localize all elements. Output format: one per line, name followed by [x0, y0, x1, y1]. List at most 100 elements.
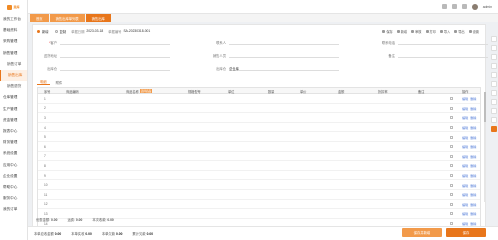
- row-checkbox[interactable]: [450, 116, 453, 120]
- row-delete-link[interactable]: 删除: [470, 154, 476, 159]
- tab-1[interactable]: 销售出库单列表: [49, 14, 85, 22]
- scroll-thumb[interactable]: [484, 92, 486, 122]
- row-edit-link[interactable]: 编辑: [462, 154, 468, 159]
- address-input[interactable]: [60, 53, 170, 58]
- row-edit-link[interactable]: 编辑: [462, 125, 468, 130]
- rail-note-icon[interactable]: [490, 72, 497, 78]
- row-delete-link[interactable]: 删除: [470, 183, 476, 188]
- row-delete-link[interactable]: 删除: [470, 125, 476, 130]
- sidebar-item[interactable]: 财务管理: [0, 137, 27, 148]
- customer-input[interactable]: [60, 40, 170, 45]
- sidebar-item[interactable]: 采购管理: [0, 36, 27, 47]
- toolbar-item[interactable]: 打印: [425, 29, 436, 34]
- sidebar-item[interactable]: 销售管理: [0, 48, 27, 59]
- toolbar-item[interactable]: 审核: [411, 29, 422, 34]
- rail-setting-icon[interactable]: [490, 36, 497, 42]
- help-icon[interactable]: [461, 4, 467, 9]
- mode-new-radio[interactable]: [37, 29, 40, 33]
- sidebar-item[interactable]: 系统设置: [0, 148, 27, 159]
- sidebar-item[interactable]: 销售退货: [0, 81, 27, 92]
- detail-tab-0[interactable]: 明细: [37, 79, 50, 85]
- row-edit-link[interactable]: 编辑: [462, 96, 468, 101]
- order-no-value[interactable]: SA-20230318-001: [123, 29, 150, 33]
- table-row[interactable]: 2 编辑 删除: [38, 104, 480, 114]
- row-edit-link[interactable]: 编辑: [462, 106, 468, 111]
- sidebar-item[interactable]: 帮助中心: [0, 182, 27, 193]
- sidebar-item[interactable]: 销售出库: [0, 69, 27, 82]
- toolbar-item[interactable]: 导出: [454, 29, 465, 34]
- table-row[interactable]: 4 编辑 删除: [38, 123, 480, 133]
- date-value[interactable]: 2023-03-18: [86, 29, 103, 33]
- toolbar-item[interactable]: 保存: [382, 29, 393, 34]
- warehouse-placeholder[interactable]: [60, 66, 170, 71]
- row-checkbox[interactable]: [450, 193, 453, 197]
- table-row[interactable]: 9 编辑 删除: [38, 171, 480, 181]
- row-delete-link[interactable]: 删除: [470, 163, 476, 168]
- mode-copy-radio[interactable]: [54, 29, 58, 33]
- save-button[interactable]: 保存: [446, 228, 486, 237]
- table-row[interactable]: 10 编辑 删除: [38, 180, 480, 190]
- row-edit-link[interactable]: 编辑: [462, 163, 468, 168]
- row-delete-link[interactable]: 删除: [470, 106, 476, 111]
- table-row[interactable]: 5 编辑 删除: [38, 132, 480, 142]
- table-row[interactable]: 6 编辑 删除: [38, 142, 480, 152]
- row-edit-link[interactable]: 编辑: [462, 135, 468, 140]
- sidebar-item[interactable]: 生产管理: [0, 104, 27, 115]
- row-checkbox[interactable]: [450, 174, 453, 178]
- row-delete-link[interactable]: 删除: [470, 202, 476, 207]
- row-edit-link[interactable]: 编辑: [462, 202, 468, 207]
- select-product-tag[interactable]: 选择商品: [139, 89, 153, 93]
- row-checkbox[interactable]: [450, 183, 453, 187]
- rail-user-icon[interactable]: [490, 90, 497, 96]
- row-checkbox[interactable]: [450, 164, 453, 168]
- grid-scrollbar[interactable]: [484, 92, 486, 202]
- sidebar-item[interactable]: 销售订单: [0, 59, 27, 70]
- paid-field[interactable]: 本次收款: 0.00: [92, 217, 113, 222]
- row-edit-link[interactable]: 编辑: [462, 183, 468, 188]
- row-checkbox[interactable]: [450, 135, 453, 139]
- row-edit-link[interactable]: 编辑: [462, 144, 468, 149]
- rail-chat-icon[interactable]: [490, 99, 497, 105]
- sidebar-item[interactable]: 基础资料: [0, 25, 27, 36]
- rail-chart-icon[interactable]: [490, 63, 497, 69]
- warehouse-select[interactable]: 总仓库: [229, 66, 339, 71]
- row-edit-link[interactable]: 编辑: [462, 115, 468, 120]
- table-row[interactable]: 8 编辑 删除: [38, 161, 480, 171]
- toolbar-item[interactable]: 导入: [439, 29, 450, 34]
- table-row[interactable]: 7 编辑 删除: [38, 152, 480, 162]
- table-row[interactable]: 1 编辑 删除: [38, 94, 480, 104]
- sidebar-item[interactable]: 资金管理: [0, 115, 27, 126]
- phone-input[interactable]: [398, 40, 488, 45]
- sidebar-item[interactable]: 应用中心: [0, 159, 27, 170]
- sidebar-item[interactable]: 报表中心: [0, 126, 27, 137]
- row-delete-link[interactable]: 删除: [470, 192, 476, 197]
- row-checkbox[interactable]: [450, 106, 453, 110]
- sidebar-item[interactable]: 仓库管理: [0, 92, 27, 103]
- row-delete-link[interactable]: 删除: [470, 96, 476, 101]
- row-delete-link[interactable]: 删除: [470, 173, 476, 178]
- table-row[interactable]: 12 编辑 删除: [38, 200, 480, 210]
- row-checkbox[interactable]: [450, 97, 453, 101]
- remark-input[interactable]: [398, 53, 488, 58]
- row-checkbox[interactable]: [450, 222, 453, 226]
- rail-phone-icon[interactable]: [490, 108, 497, 114]
- sidebar-item[interactable]: 我的订单: [0, 204, 27, 215]
- row-edit-link[interactable]: 编辑: [462, 192, 468, 197]
- freight-field[interactable]: 运费: 0.00: [67, 217, 82, 222]
- save-and-new-button[interactable]: 保存并新增: [402, 228, 442, 237]
- table-row[interactable]: 11 编辑 删除: [38, 190, 480, 200]
- sidebar-item[interactable]: 企业设置: [0, 171, 27, 182]
- row-checkbox[interactable]: [450, 212, 453, 216]
- contact-input[interactable]: [229, 40, 339, 45]
- row-delete-link[interactable]: 删除: [470, 115, 476, 120]
- detail-tab-1[interactable]: 附件: [53, 79, 66, 85]
- table-row[interactable]: 3 编辑 删除: [38, 113, 480, 123]
- rail-service-icon[interactable]: [490, 126, 497, 132]
- tab-2[interactable]: 销售出库: [85, 14, 111, 22]
- avatar[interactable]: [471, 3, 478, 10]
- row-checkbox[interactable]: [450, 145, 453, 149]
- toolbar-item[interactable]: 新增: [396, 29, 407, 34]
- discount-field[interactable]: 优惠金额: 0.00: [36, 217, 57, 222]
- rail-list-icon[interactable]: [490, 54, 497, 60]
- sidebar-item[interactable]: 我的工作台: [0, 14, 27, 25]
